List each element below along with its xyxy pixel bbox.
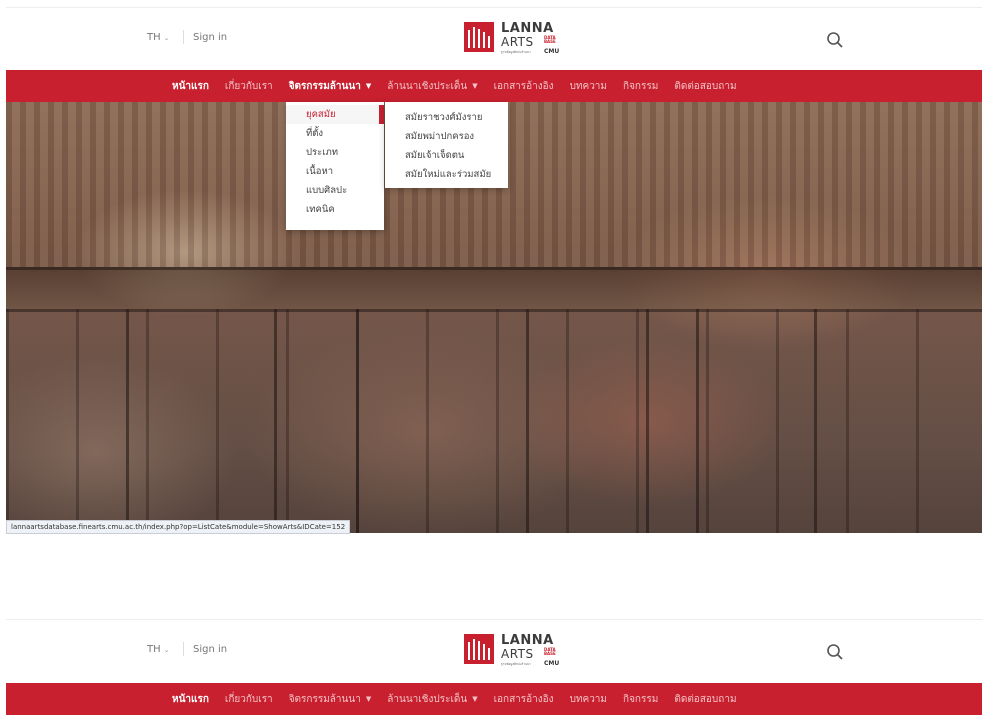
era-item-chedton[interactable]: สมัยเจ้าเจ็ดตน xyxy=(385,146,508,165)
nav-lanna-topics[interactable]: ล้านนาเชิงประเด็น ▼ xyxy=(387,79,477,94)
logo-line1: LANNA xyxy=(501,633,554,648)
nav-about[interactable]: เกี่ยวกับเรา xyxy=(225,79,273,94)
mural-seam xyxy=(356,309,359,533)
logo-db: DATA BASE xyxy=(544,35,556,44)
nav-lanna-painting[interactable]: จิตรกรรมล้านนา ▼ xyxy=(289,79,372,94)
era-item-burmese[interactable]: สมัยพม่าปกครอง xyxy=(385,127,508,146)
signin-link[interactable]: Sign in xyxy=(193,644,227,655)
nav-lanna-topics[interactable]: ล้านนาเชิงประเด็น ▼ xyxy=(387,692,477,707)
mural-seam xyxy=(696,309,699,533)
language-selector[interactable]: TH ⌄ xyxy=(147,644,170,655)
logo-cmu: CMU xyxy=(544,48,560,55)
mural-seam xyxy=(526,309,529,533)
chevron-down-icon: ⌄ xyxy=(163,34,170,42)
logo-mark-icon xyxy=(464,22,494,52)
signin-link[interactable]: Sign in xyxy=(193,32,227,43)
nav-articles[interactable]: บทความ xyxy=(570,79,607,94)
mural-seam xyxy=(274,309,277,533)
mural-seam xyxy=(814,309,817,533)
dropdown-caret-icon: ▼ xyxy=(365,82,372,90)
submenu-item-content[interactable]: เนื้อหา xyxy=(286,162,384,181)
nav-activities[interactable]: กิจกรรม xyxy=(623,692,658,707)
search-icon[interactable] xyxy=(826,31,844,49)
submenu-item-type[interactable]: ประเภท xyxy=(286,143,384,162)
main-nav-sticky: หน้าแรก เกี่ยวกับเรา จิตรกรรมล้านนา ▼ ล้า… xyxy=(6,683,982,715)
logo-cmu: CMU xyxy=(544,660,560,667)
site-logo[interactable]: LANNA ARTS DATA BASE CMU ฐานข้อมูลศิลปะล้… xyxy=(464,20,574,60)
submenu-item-era[interactable]: ยุคสมัย xyxy=(286,105,384,124)
chevron-down-icon: ⌄ xyxy=(163,646,170,654)
nav-home[interactable]: หน้าแรก xyxy=(172,692,209,707)
nav-contact[interactable]: ติดต่อสอบถาม xyxy=(674,692,736,707)
nav-references[interactable]: เอกสารอ้างอิง xyxy=(494,79,554,94)
submenu-item-technique[interactable]: เทคนิค xyxy=(286,200,384,219)
language-selector[interactable]: TH ⌄ xyxy=(147,32,170,43)
logo-mark-icon xyxy=(464,634,494,664)
dropdown-caret-icon: ▼ xyxy=(365,695,372,703)
submenu-item-location[interactable]: ที่ตั้ง xyxy=(286,124,384,143)
nav-about[interactable]: เกี่ยวกับเรา xyxy=(225,692,273,707)
dropdown-caret-icon: ▼ xyxy=(472,695,478,703)
painting-submenu: ยุคสมัย ที่ตั้ง ประเภท เนื้อหา แบบศิลปะ … xyxy=(286,102,384,230)
logo-db: DATA BASE xyxy=(544,647,556,656)
mural-seam xyxy=(646,309,649,533)
logo-line1: LANNA xyxy=(501,21,554,36)
dropdown-caret-icon: ▼ xyxy=(472,82,478,90)
logo-line2: ARTS xyxy=(501,35,534,49)
era-item-mangrai[interactable]: สมัยราชวงศ์มังราย xyxy=(385,108,508,127)
status-bar-url: lannaartsdatabase.finearts.cmu.ac.th/ind… xyxy=(6,520,351,534)
search-icon[interactable] xyxy=(826,643,844,661)
era-item-modern[interactable]: สมัยใหม่และร่วมสมัย xyxy=(385,165,508,184)
logo-tagline: ฐานข้อมูลศิลปะล้านนา xyxy=(501,662,531,666)
nav-home[interactable]: หน้าแรก xyxy=(172,79,209,94)
mural-texture xyxy=(6,309,982,533)
mural-texture xyxy=(6,267,982,309)
mural-seam xyxy=(6,309,982,312)
nav-references[interactable]: เอกสารอ้างอิง xyxy=(494,692,554,707)
divider xyxy=(183,642,184,656)
era-submenu: สมัยราชวงศ์มังราย สมัยพม่าปกครอง สมัยเจ้… xyxy=(385,102,508,188)
mural-seam xyxy=(126,309,129,533)
nav-lanna-painting[interactable]: จิตรกรรมล้านนา ▼ xyxy=(289,692,372,707)
logo-line2: ARTS xyxy=(501,647,534,661)
nav-articles[interactable]: บทความ xyxy=(570,692,607,707)
submenu-item-style[interactable]: แบบศิลปะ xyxy=(286,181,384,200)
header-top-sticky: TH ⌄ Sign in LANNA ARTS DATA BASE CMU ฐานข… xyxy=(6,619,982,683)
nav-activities[interactable]: กิจกรรม xyxy=(623,79,658,94)
header-top: TH ⌄ Sign in LANNA ARTS DATA BASE CMU ฐานข… xyxy=(6,7,982,71)
site-logo[interactable]: LANNA ARTS DATA BASE CMU ฐานข้อมูลศิลปะล้… xyxy=(464,632,574,672)
main-nav: หน้าแรก เกี่ยวกับเรา จิตรกรรมล้านนา ▼ ล้า… xyxy=(6,70,982,102)
logo-tagline: ฐานข้อมูลศิลปะล้านนา xyxy=(501,50,531,54)
divider xyxy=(183,30,184,44)
mural-seam xyxy=(6,267,982,270)
nav-contact[interactable]: ติดต่อสอบถาม xyxy=(674,79,736,94)
